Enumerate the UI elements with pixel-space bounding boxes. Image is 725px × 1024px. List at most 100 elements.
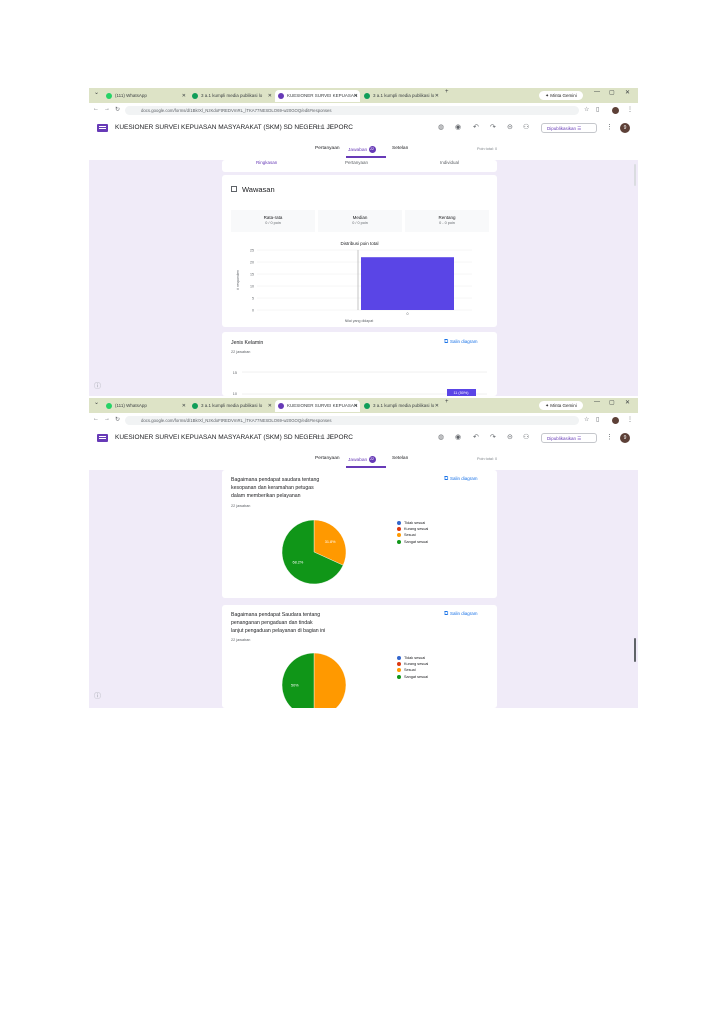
url-bar[interactable]: docs.google.com/forms/d/1BkrXl_NzKdoFtRE… (125, 106, 579, 115)
tab-responses[interactable]: Jawaban 22 (348, 146, 376, 153)
question-title-line: Bagaimana pendapat saudara tentang (231, 477, 320, 483)
back-icon[interactable]: ← (93, 106, 99, 112)
star-icon[interactable]: ☆ (327, 123, 333, 131)
redo-icon[interactable]: ↷ (490, 433, 496, 441)
browser-tab-sheet-2[interactable]: 3 a.1 kumpli media publikasi lo ✕ (361, 400, 441, 412)
close-icon[interactable]: ✕ (354, 400, 358, 412)
whatsapp-icon (106, 403, 112, 409)
preview-icon[interactable]: ◉ (455, 123, 461, 131)
browser-tab-form[interactable]: KUESIONER SURVEI KEPUASAN ✕ (275, 90, 360, 102)
browser-tab-whatsapp[interactable]: (111) WhatsApp ✕ (103, 90, 188, 102)
tab-settings[interactable]: Setelan (392, 146, 408, 151)
move-folder-icon[interactable]: ▭ (316, 123, 323, 131)
star-icon[interactable]: ☆ (327, 433, 333, 441)
close-icon[interactable]: ✕ (354, 90, 358, 102)
move-folder-icon[interactable]: ▭ (316, 433, 323, 441)
google-forms-icon[interactable] (97, 124, 108, 132)
browser-tab-sheet[interactable]: 3 a.1 kumpli media publikasi lo ✕ (189, 90, 274, 102)
link-icon[interactable]: ⊝ (507, 433, 513, 441)
extensions-icon[interactable]: ▯ (596, 106, 599, 113)
close-icon[interactable]: ✕ (182, 400, 186, 412)
reload-icon[interactable]: ↻ (115, 106, 120, 113)
redo-icon[interactable]: ↷ (490, 123, 496, 131)
preview-icon[interactable]: ◉ (455, 433, 461, 441)
browser-tab-form[interactable]: KUESIONER SURVEI KEPUASAN ✕ (275, 400, 360, 412)
copy-chart-button[interactable]: Salin diagram (444, 611, 478, 618)
close-icon[interactable]: ✕ (435, 400, 439, 412)
avatar[interactable]: 9 (620, 433, 630, 443)
y-tick-label: 25 (250, 248, 254, 252)
chrome-menu-icon[interactable]: ⋮ (627, 106, 633, 113)
subtab-question[interactable]: Pertanyaan (345, 160, 368, 165)
forward-icon[interactable]: → (104, 106, 110, 112)
bookmark-star-icon[interactable]: ☆ (584, 106, 589, 113)
publish-button[interactable]: Dipublikasikan ☰ (541, 433, 597, 443)
stat-label: Rentang (438, 215, 456, 220)
close-icon[interactable]: ✕ (435, 90, 439, 102)
new-tab-button[interactable]: + (445, 89, 449, 95)
legend-label: Kurang sesuai (404, 527, 429, 532)
points-total: Poin total: 0 (477, 457, 498, 461)
tab-settings[interactable]: Setelan (392, 456, 408, 461)
palette-icon[interactable]: ◍ (438, 433, 444, 441)
subtab-individual[interactable]: Individual (440, 160, 459, 165)
publish-button[interactable]: Dipublikasikan ☰ (541, 123, 597, 133)
forward-icon[interactable]: → (104, 416, 110, 422)
copy-chart-button[interactable]: Salin diagram (444, 339, 478, 346)
extensions-icon[interactable]: ▯ (596, 416, 599, 423)
browser-tab-whatsapp[interactable]: (111) WhatsApp ✕ (103, 400, 188, 412)
scrollbar-thumb[interactable] (634, 638, 636, 662)
tab-responses[interactable]: Jawaban 22 (348, 456, 376, 463)
help-icon[interactable]: ⓘ (94, 381, 101, 391)
tab-questions[interactable]: Pertanyaan (315, 456, 340, 461)
more-icon[interactable]: ⋮ (606, 433, 613, 441)
maximize-button[interactable]: ▢ (609, 89, 615, 96)
browser-tab-sheet-2[interactable]: 3 a.1 kumpli media publikasi lo ✕ (361, 90, 441, 102)
back-icon[interactable]: ← (93, 416, 99, 422)
reload-icon[interactable]: ↻ (115, 416, 120, 423)
tab-questions[interactable]: Pertanyaan (315, 146, 340, 151)
undo-icon[interactable]: ↶ (473, 123, 479, 131)
slice-label: 50% (291, 683, 299, 687)
maximize-button[interactable]: ▢ (609, 399, 615, 406)
y-tick-label: 20 (250, 260, 254, 264)
new-tab-button[interactable]: + (445, 399, 449, 405)
close-window-button[interactable]: ✕ (625, 89, 630, 96)
profile-icon[interactable] (612, 107, 619, 114)
add-collaborator-icon[interactable]: ⚇ (523, 433, 529, 441)
add-collaborator-icon[interactable]: ⚇ (523, 123, 529, 131)
profile-icon[interactable] (612, 417, 619, 424)
tab-search-icon[interactable]: ⌄ (94, 399, 99, 406)
close-icon[interactable]: ✕ (182, 90, 186, 102)
screenshot-top: ⌄ (111) WhatsApp ✕ 3 a.1 kumpli media pub… (89, 88, 638, 396)
pie-slice (313, 653, 347, 708)
close-icon[interactable]: ✕ (268, 90, 272, 102)
legend-swatch (397, 521, 401, 525)
link-icon[interactable]: ⊝ (507, 123, 513, 131)
stat-label: Rata-rata (263, 215, 283, 220)
chrome-menu-icon[interactable]: ⋮ (627, 416, 633, 423)
scrollbar-thumb[interactable] (634, 164, 636, 186)
legend-label: Tidak sesuai (404, 521, 426, 525)
minimize-button[interactable]: — (594, 399, 600, 405)
help-icon[interactable]: ⓘ (94, 691, 101, 701)
question-title-line: penanganan pengaduan dan tindak (231, 620, 313, 626)
copy-chart-button[interactable]: Salin diagram (444, 476, 478, 483)
close-window-button[interactable]: ✕ (625, 399, 630, 406)
minimize-button[interactable]: — (594, 89, 600, 95)
gemini-button[interactable]: ✦ Minta Gemini (539, 91, 583, 100)
avatar[interactable]: 9 (620, 123, 630, 133)
subtab-summary[interactable]: Ringkasan (256, 160, 277, 165)
undo-icon[interactable]: ↶ (473, 433, 479, 441)
bookmark-star-icon[interactable]: ☆ (584, 416, 589, 423)
url-bar[interactable]: docs.google.com/forms/d/1BkrXl_NzKdoFtRE… (125, 416, 579, 425)
gemini-button[interactable]: ✦ Minta Gemini (539, 401, 583, 410)
question-card-complaints: Bagaimana pendapat Saudara tentang penan… (222, 605, 497, 708)
close-icon[interactable]: ✕ (268, 400, 272, 412)
question-title-line: kesopanan dan keramahan petugas (231, 485, 314, 491)
tab-search-icon[interactable]: ⌄ (94, 89, 99, 96)
palette-icon[interactable]: ◍ (438, 123, 444, 131)
browser-tab-sheet[interactable]: 3 a.1 kumpli media publikasi lo ✕ (189, 400, 274, 412)
google-forms-icon[interactable] (97, 434, 108, 442)
more-icon[interactable]: ⋮ (606, 123, 613, 131)
